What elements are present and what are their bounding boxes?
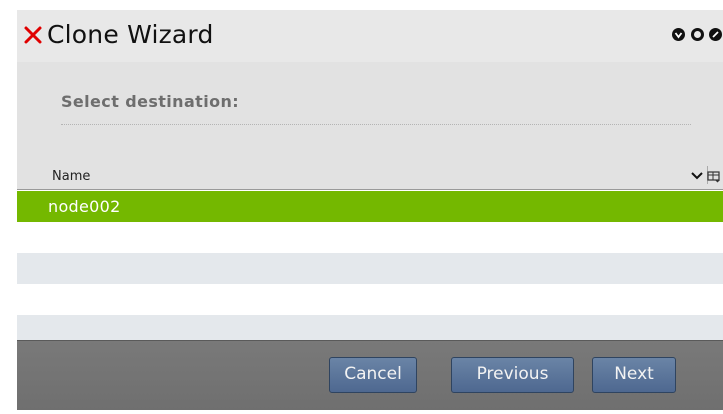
table-row[interactable] <box>17 315 723 340</box>
table-row[interactable] <box>17 253 723 284</box>
previous-button[interactable]: Previous <box>451 357 574 393</box>
table-row[interactable] <box>17 222 723 253</box>
maximize-circle-icon[interactable] <box>691 28 704 41</box>
grid-header: Name <box>17 160 723 190</box>
clone-wizard-window: Clone Wizard Select destination: Name no… <box>17 10 723 410</box>
wizard-footer: Cancel Previous Next <box>17 340 723 410</box>
red-x-logo-icon <box>24 26 42 44</box>
column-header-name[interactable]: Name <box>52 169 90 184</box>
column-chooser-icon[interactable] <box>707 171 721 183</box>
chevron-down-icon[interactable] <box>691 172 703 180</box>
heading-divider <box>61 124 691 125</box>
step-heading: Select destination: <box>61 92 240 111</box>
cancel-button[interactable]: Cancel <box>329 357 417 393</box>
row-name-cell: node002 <box>48 197 121 216</box>
title-bar[interactable]: Clone Wizard <box>17 10 723 62</box>
minimize-circle-icon[interactable] <box>672 28 685 41</box>
table-row[interactable] <box>17 284 723 315</box>
next-button[interactable]: Next <box>592 357 676 393</box>
window-title: Clone Wizard <box>47 20 214 49</box>
table-row[interactable]: node002 <box>17 191 723 222</box>
close-circle-icon[interactable] <box>709 28 722 41</box>
destination-grid: Name node002 <box>17 160 723 340</box>
